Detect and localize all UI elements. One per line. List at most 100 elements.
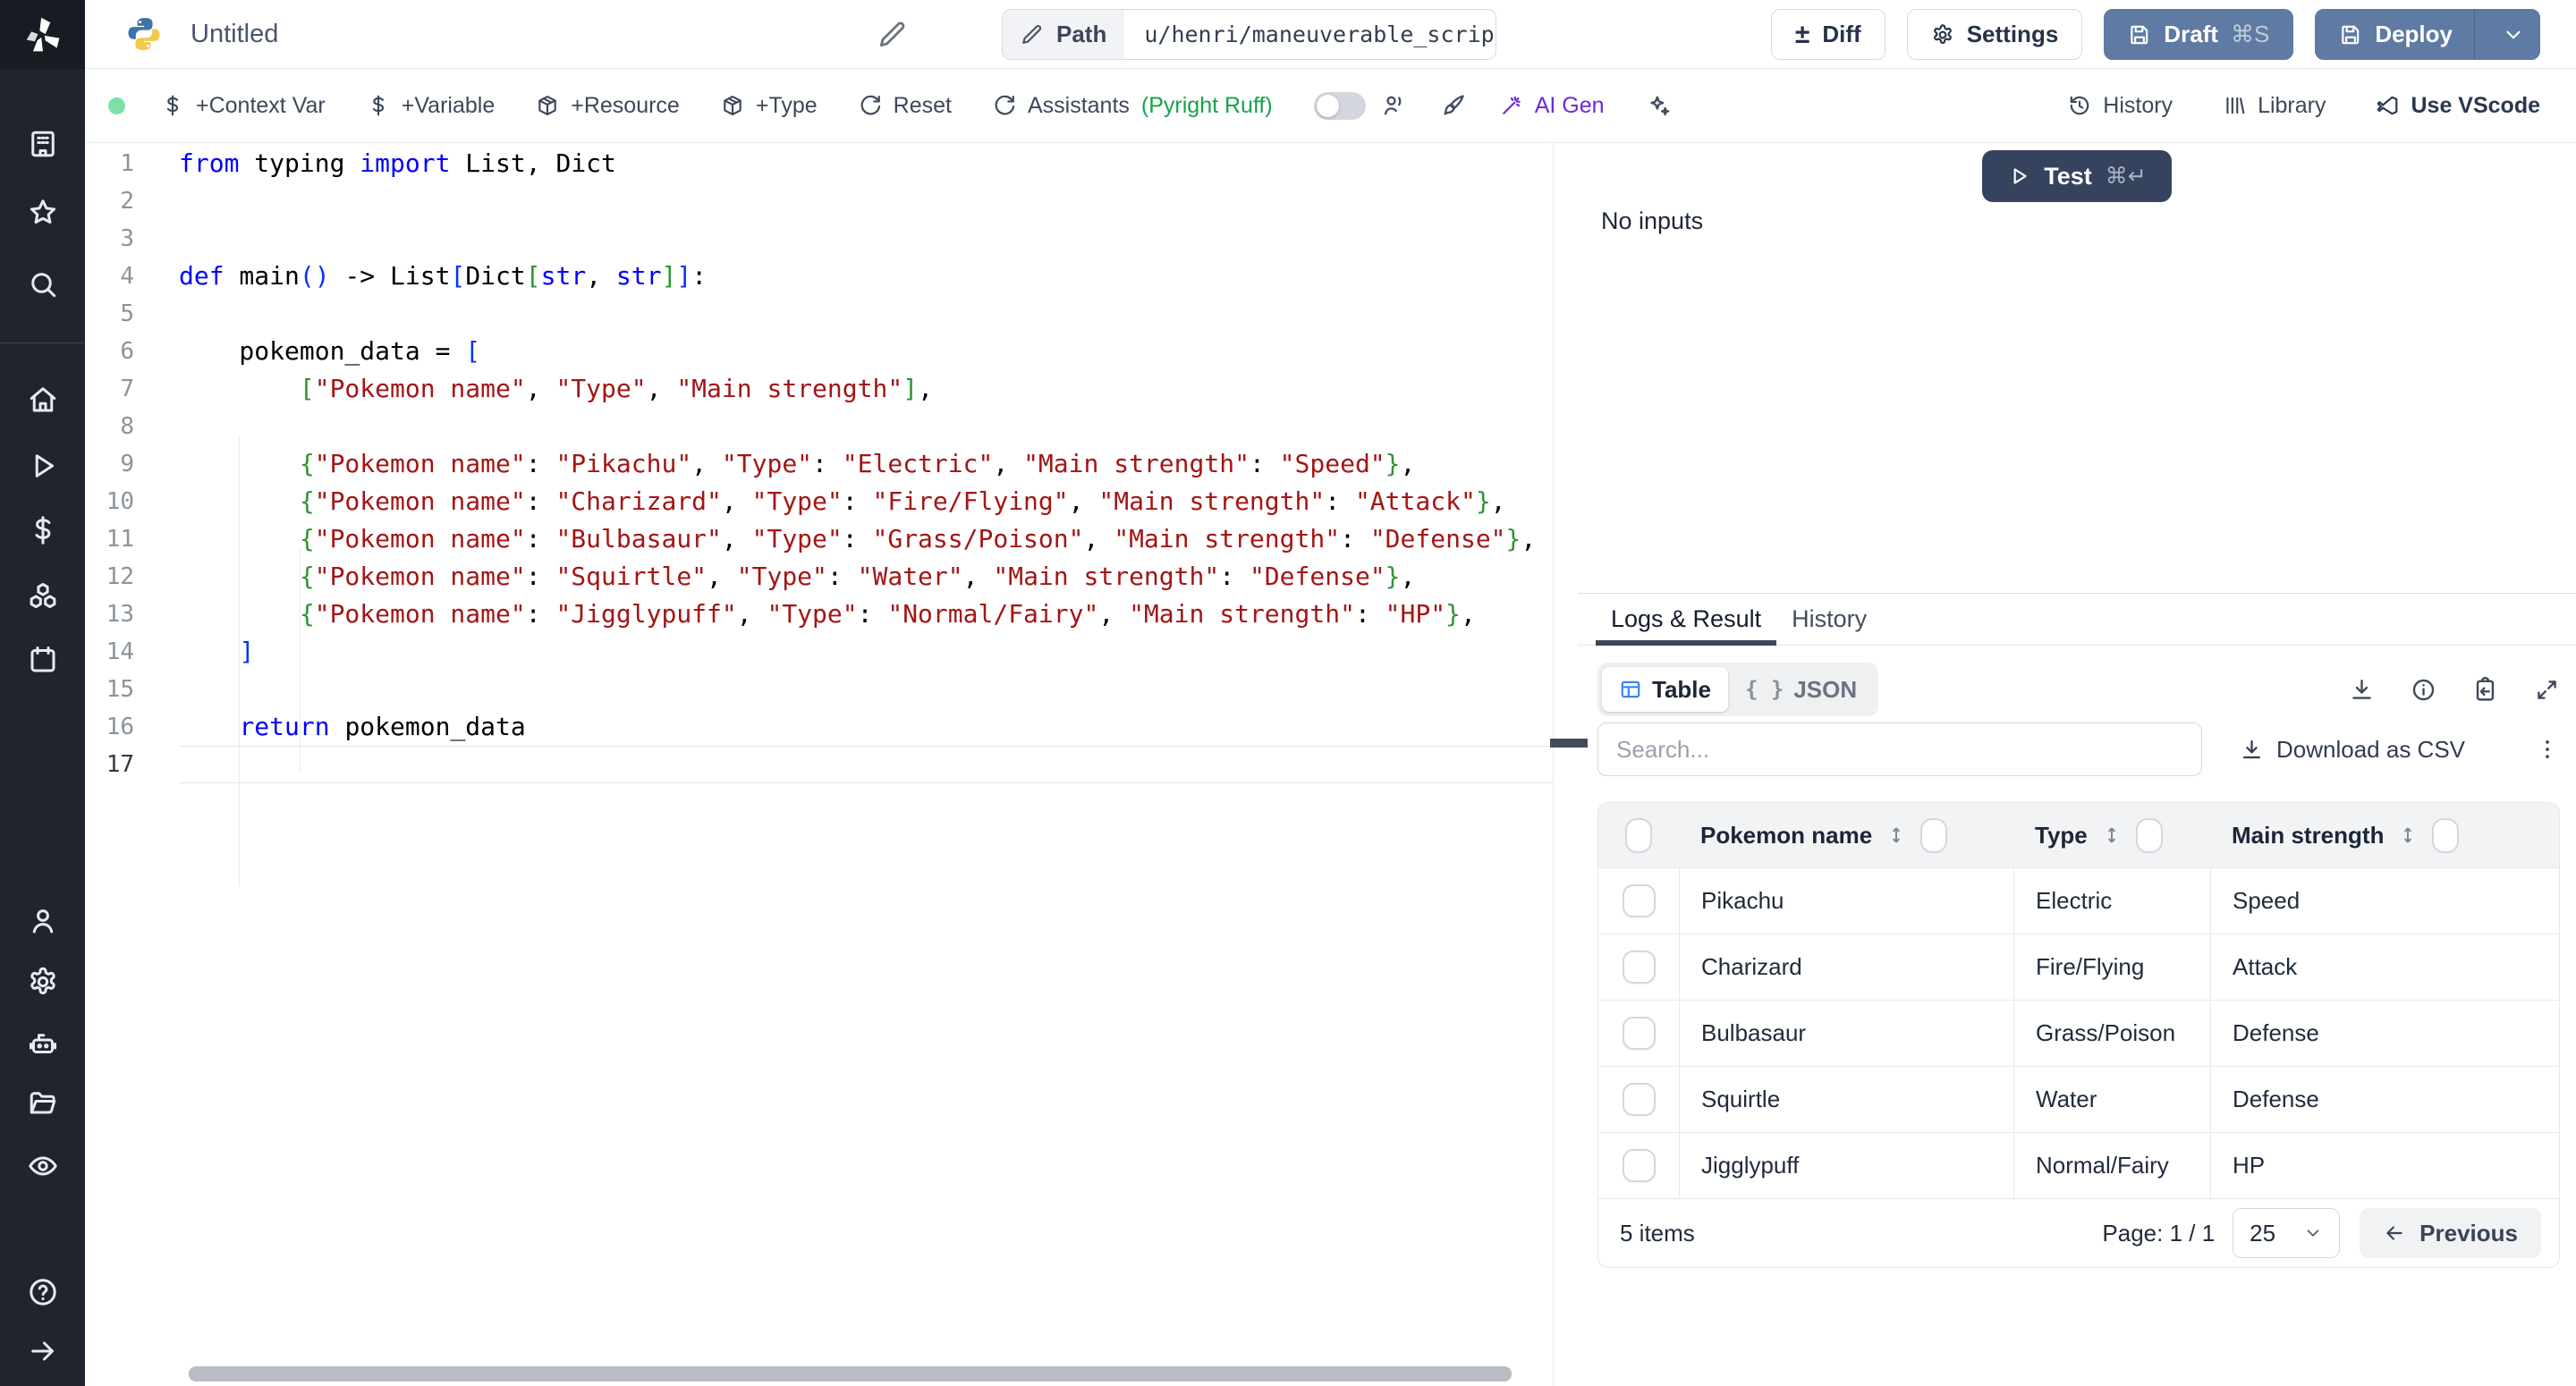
add-context-var-button[interactable]: +Context Var [161,93,326,119]
table-cell: Water [2013,1067,2210,1132]
table-row[interactable]: SquirtleWaterDefense [1598,1066,2559,1132]
collapse-arrow-icon[interactable] [26,1334,60,1368]
code-line[interactable]: from typing import List, Dict [179,145,616,182]
library-button[interactable]: Library [2223,93,2326,119]
info-icon[interactable] [2411,677,2436,703]
add-type-button[interactable]: +Type [721,93,818,119]
code-line[interactable]: return pokemon_data [179,708,526,746]
code-line[interactable]: {"Pokemon name": "Squirtle", "Type": "Wa… [179,558,1415,596]
panel-splitter-handle[interactable] [1550,739,1588,748]
path-value[interactable]: u/henri/maneuverable_script [1124,10,1496,59]
help-icon[interactable] [26,1275,60,1309]
expand-icon[interactable] [2534,677,2560,703]
tab-history[interactable]: History [1776,594,1882,645]
table-cell: Jigglypuff [1679,1133,2013,1198]
sort-icon[interactable] [1885,824,1907,846]
line-number: 8 [85,408,134,445]
use-vscode-button[interactable]: Use VScode [2376,93,2540,119]
row-checkbox[interactable] [1623,951,1656,984]
table-cell: HP [2210,1133,2559,1198]
path-field[interactable]: Path u/henri/maneuverable_script [1002,9,1496,60]
line-number: 17 [85,746,134,783]
table-row[interactable]: PikachuElectricSpeed [1598,867,2559,934]
diff-button[interactable]: ± Diff [1771,9,1885,60]
view-json-button[interactable]: { } JSON [1728,667,1874,712]
resources-boxes-icon[interactable] [26,579,60,613]
schedules-calendar-icon[interactable] [26,643,60,677]
variables-dollar-icon[interactable] [26,513,60,547]
table-cell: Electric [2013,868,2210,934]
multiplayer-users-icon[interactable] [1382,93,1407,118]
multiplayer-toggle[interactable] [1314,92,1366,120]
table-cell: Speed [2210,868,2559,934]
column-toggle-checkbox[interactable] [1920,818,1947,853]
row-checkbox[interactable] [1623,1017,1656,1050]
table-row[interactable]: CharizardFire/FlyingAttack [1598,934,2559,1000]
history-button[interactable]: History [2068,93,2173,119]
tab-logs-result[interactable]: Logs & Result [1596,594,1776,645]
current-line-highlight [179,746,1554,783]
runs-play-icon[interactable] [26,449,60,483]
search-icon[interactable] [26,267,60,301]
code-line[interactable]: ["Pokemon name", "Type", "Main strength"… [179,370,933,408]
table-row[interactable]: BulbasaurGrass/PoisonDefense [1598,1000,2559,1066]
sparkles-icon[interactable] [1646,93,1671,118]
code-line[interactable]: {"Pokemon name": "Jigglypuff", "Type": "… [179,596,1476,633]
edit-title-pencil-icon[interactable] [877,20,908,50]
code-line[interactable]: def main() -> List[Dict[str, str]]: [179,258,707,295]
code-line[interactable]: {"Pokemon name": "Bulbasaur", "Type": "G… [179,520,1536,558]
row-checkbox[interactable] [1623,1083,1656,1116]
deploy-dropdown-chevron[interactable] [2487,23,2539,46]
home-icon[interactable] [26,383,60,417]
users-person-icon[interactable] [26,904,60,938]
format-brush-icon[interactable] [1441,93,1466,118]
add-resource-button[interactable]: +Resource [536,93,680,119]
draft-button[interactable]: Draft ⌘S [2104,9,2293,60]
add-variable-button[interactable]: +Variable [367,93,495,119]
line-number: 12 [85,558,134,596]
code-line[interactable]: {"Pokemon name": "Pikachu", "Type": "Ele… [179,445,1415,483]
column-toggle-checkbox[interactable] [2432,818,2459,853]
download-icon[interactable] [2349,677,2375,703]
workers-robot-icon[interactable] [26,1026,60,1060]
code-line[interactable]: ] [179,633,254,671]
test-button[interactable]: Test ⌘↵ [1982,150,2172,202]
line-number: 10 [85,483,134,520]
table-search-input[interactable] [1597,723,2202,776]
column-header: Pokemon name [1700,822,1872,849]
table-row[interactable]: JigglypuffNormal/FairyHP [1598,1132,2559,1198]
table-body: PikachuElectricSpeedCharizardFire/Flying… [1598,867,2559,1198]
view-table-button[interactable]: Table [1602,667,1728,712]
sort-icon[interactable] [2397,824,2419,846]
code-line[interactable]: pokemon_data = [ [179,333,480,370]
select-all-checkbox[interactable] [1625,818,1652,853]
ai-gen-button[interactable]: AI Gen [1500,93,1605,119]
column-toggle-checkbox[interactable] [2136,818,2163,853]
download-csv-button[interactable]: Download as CSV [2240,736,2465,764]
assistants-button[interactable]: Assistants (Pyright Ruff) [993,93,1273,119]
sort-icon[interactable] [2101,824,2123,846]
audit-eye-icon[interactable] [26,1149,60,1183]
folders-icon[interactable] [26,1086,60,1120]
code-line[interactable]: {"Pokemon name": "Charizard", "Type": "F… [179,483,1506,520]
script-title[interactable]: Untitled [191,20,278,49]
deploy-split-divider [2474,10,2475,59]
table-menu-kebab[interactable] [2535,737,2560,762]
row-checkbox[interactable] [1623,884,1656,917]
favorites-star-icon[interactable] [26,196,60,230]
reset-button[interactable]: Reset [859,93,952,119]
app-rail [0,0,85,1386]
clipboard-import-icon[interactable] [2472,677,2498,703]
horizontal-scrollbar[interactable] [189,1366,1512,1382]
result-table: Pokemon name Type Main strength PikachuE… [1597,802,2560,1268]
windmill-logo[interactable] [0,0,85,69]
previous-page-button[interactable]: Previous [2360,1208,2541,1258]
table-cell: Fire/Flying [2013,934,2210,1000]
code-editor[interactable]: 1from typing import List, Dict234def mai… [85,143,1561,1386]
workspace-icon[interactable] [26,127,60,161]
settings-gear-icon[interactable] [26,965,60,999]
row-checkbox[interactable] [1623,1149,1656,1182]
deploy-button[interactable]: Deploy [2315,9,2540,60]
settings-button[interactable]: Settings [1907,9,2083,60]
page-size-select[interactable]: 25 [2233,1208,2340,1258]
